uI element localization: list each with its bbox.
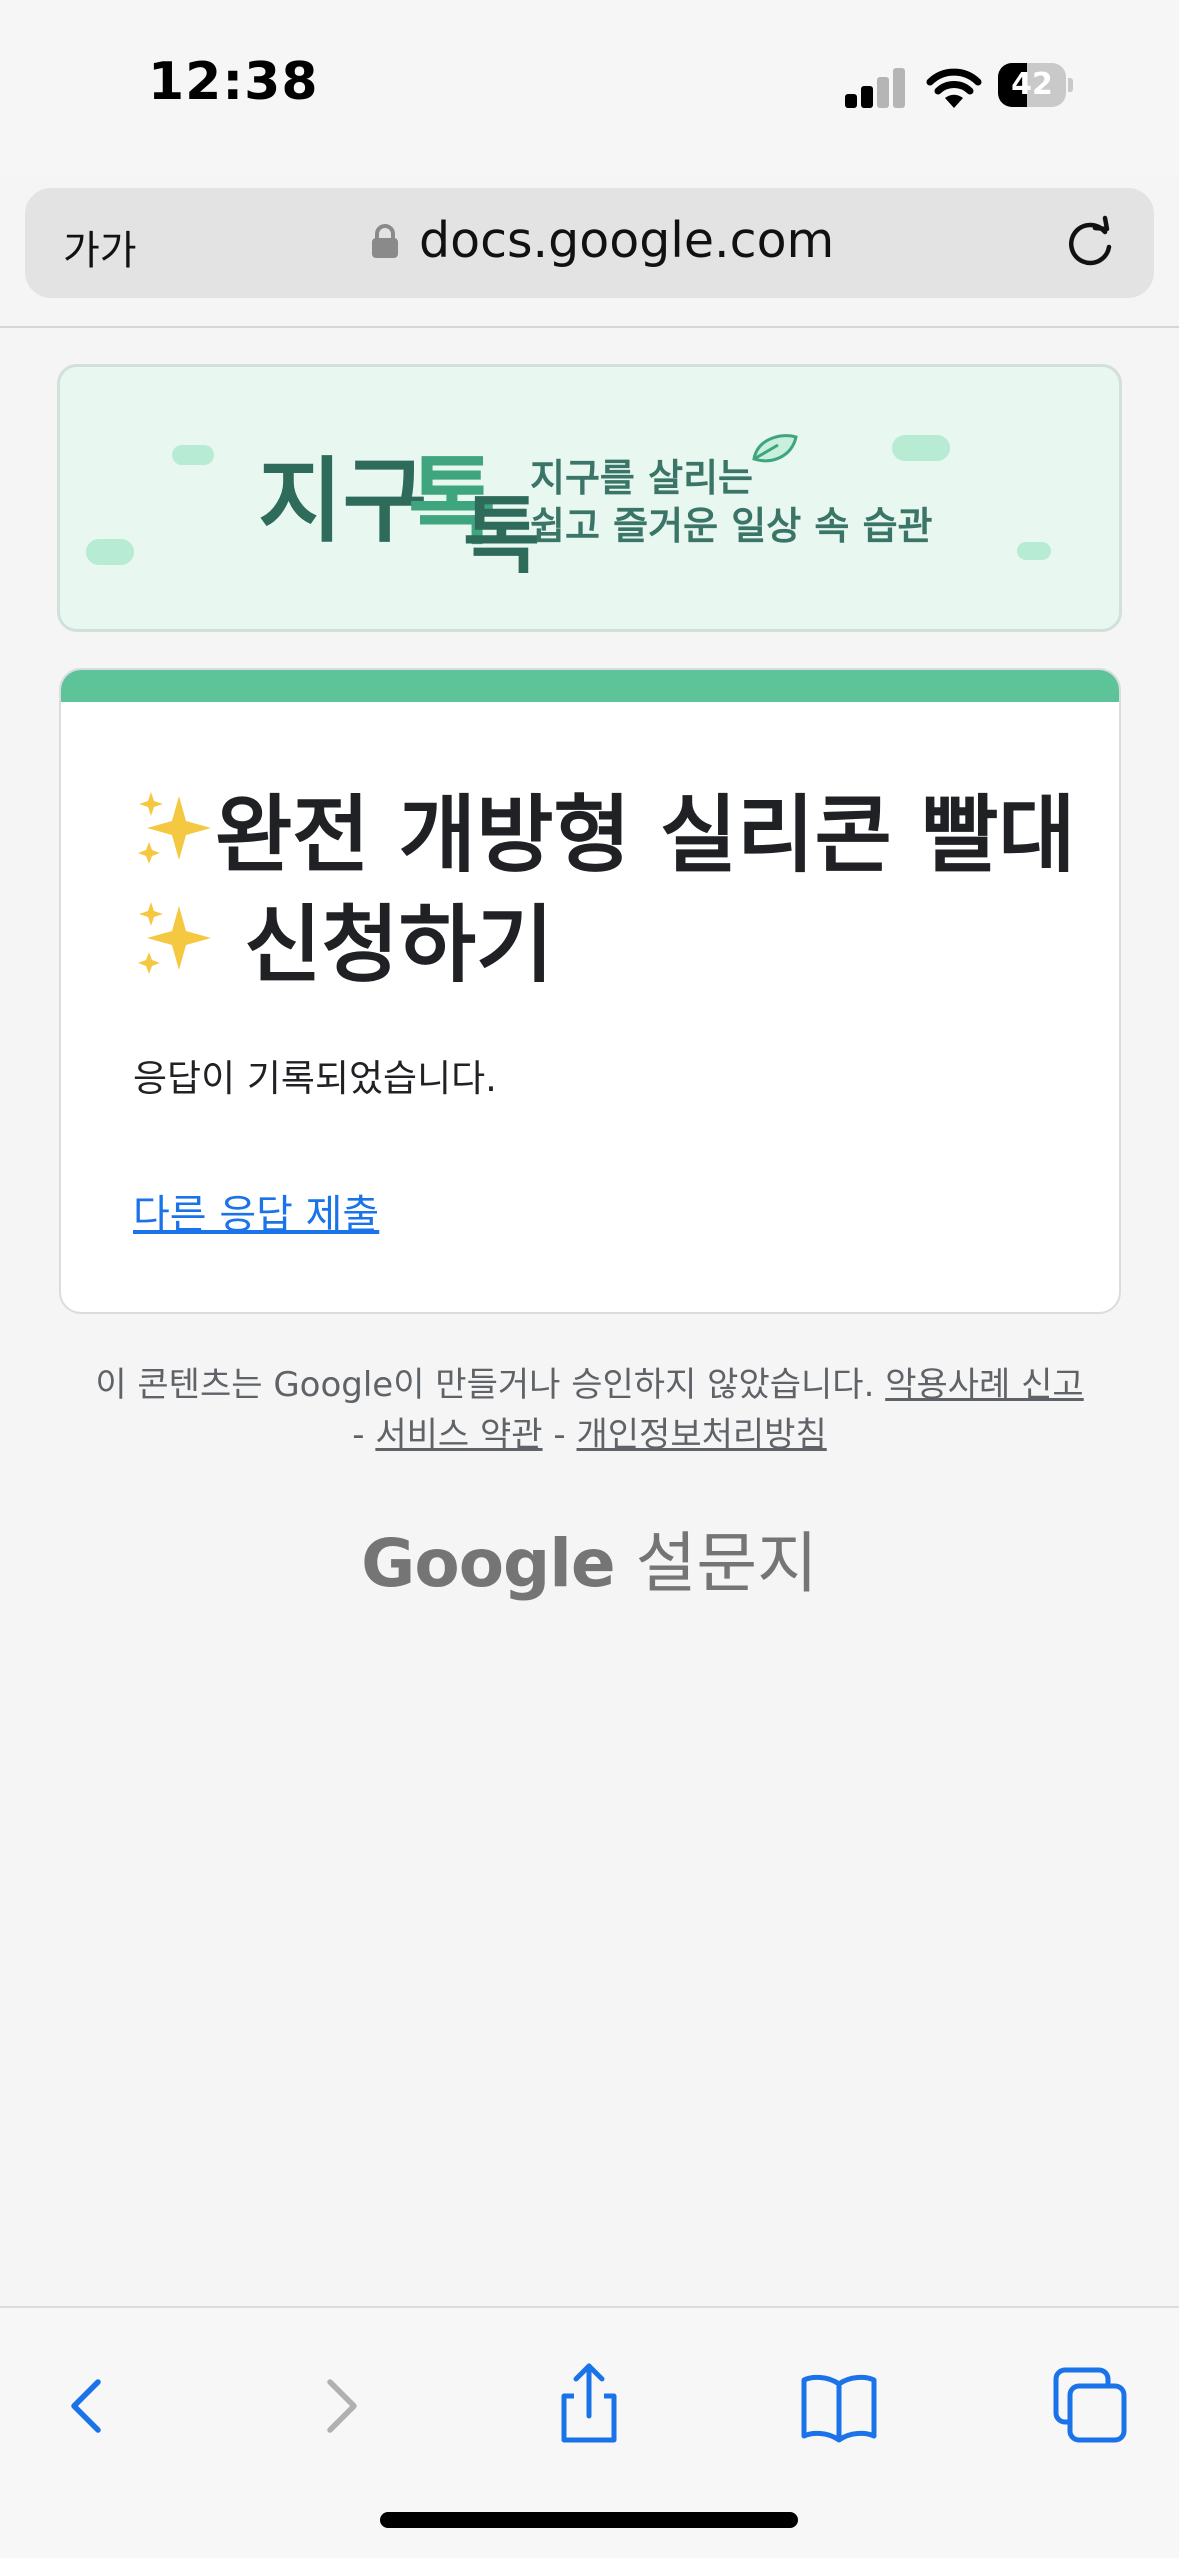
form-title-line2: 신청하기 bbox=[244, 896, 554, 994]
cloud-icon bbox=[1017, 542, 1051, 560]
card-accent-bar bbox=[61, 670, 1119, 702]
forms-wordmark: 설문지 bbox=[635, 1525, 818, 1602]
url-text[interactable]: docs.google.com bbox=[419, 212, 834, 269]
privacy-policy-link[interactable]: 개인정보처리방침 bbox=[576, 1415, 826, 1455]
terms-of-service-link[interactable]: 서비스 약관 bbox=[375, 1415, 542, 1455]
share-icon[interactable] bbox=[534, 2350, 644, 2460]
svg-text:지구: 지구 bbox=[258, 448, 427, 555]
wifi-icon bbox=[926, 68, 982, 108]
cellular-signal-icon bbox=[845, 68, 907, 108]
bookmarks-icon[interactable] bbox=[784, 2350, 894, 2460]
cloud-icon bbox=[86, 539, 134, 565]
confirmation-message: 응답이 기록되었습니다. bbox=[133, 1057, 497, 1100]
svg-text:톡: 톡 bbox=[463, 487, 540, 585]
form-title: 완전 개방형 실리콘 빨대 신청하기 bbox=[133, 780, 1093, 1000]
tabs-icon[interactable] bbox=[1034, 2350, 1144, 2460]
battery-level: 42 bbox=[1011, 67, 1053, 102]
sparkles-icon bbox=[138, 902, 211, 974]
reload-icon[interactable] bbox=[1061, 214, 1119, 272]
sparkles-icon bbox=[138, 792, 211, 864]
banner-tagline-2: 쉽고 즐거운 일상 속 습관 bbox=[530, 504, 933, 548]
submit-another-response-link[interactable]: 다른 응답 제출 bbox=[133, 1182, 379, 1240]
status-bar: 12:38 42 bbox=[0, 0, 1179, 175]
home-indicator[interactable] bbox=[380, 2512, 798, 2528]
footer-separator: - bbox=[553, 1415, 566, 1455]
footer-separator: - bbox=[352, 1415, 365, 1455]
address-bar-divider bbox=[0, 326, 1179, 328]
forward-icon[interactable] bbox=[286, 2350, 396, 2460]
banner-tagline-1: 지구를 살리는 bbox=[530, 456, 753, 500]
disclaimer-text: 이 콘텐츠는 Google이 만들거나 승인하지 않았습니다. bbox=[95, 1365, 875, 1405]
cloud-icon bbox=[892, 435, 950, 461]
leaf-icon bbox=[752, 434, 798, 463]
lock-icon bbox=[372, 224, 398, 258]
footer-disclaimer: 이 콘텐츠는 Google이 만들거나 승인하지 않았습니다. 악용사례 신고 … bbox=[0, 1360, 1179, 1460]
back-icon[interactable] bbox=[32, 2350, 142, 2460]
form-header-banner: 지구 톡 톡 지구를 살리는 쉽고 즐거운 일상 속 습관 bbox=[57, 364, 1122, 632]
google-forms-logo[interactable]: Google 설문지 bbox=[0, 1510, 1179, 1606]
battery-icon: 42 bbox=[998, 63, 1074, 107]
text-size-button[interactable]: 가가 bbox=[63, 218, 137, 276]
address-bar[interactable]: 가가 docs.google.com bbox=[25, 188, 1154, 298]
google-wordmark: Google bbox=[361, 1525, 615, 1602]
form-confirmation-card: 완전 개방형 실리콘 빨대 신청하기 응답이 기록되었습니다. 다른 응답 제출 bbox=[59, 668, 1121, 1314]
cloud-icon bbox=[172, 445, 214, 465]
report-abuse-link[interactable]: 악용사례 신고 bbox=[885, 1365, 1084, 1405]
form-title-line1: 완전 개방형 실리콘 빨대 bbox=[215, 786, 1076, 884]
status-time: 12:38 bbox=[148, 52, 319, 112]
jigutoktok-logo: 지구 톡 톡 bbox=[258, 446, 540, 585]
